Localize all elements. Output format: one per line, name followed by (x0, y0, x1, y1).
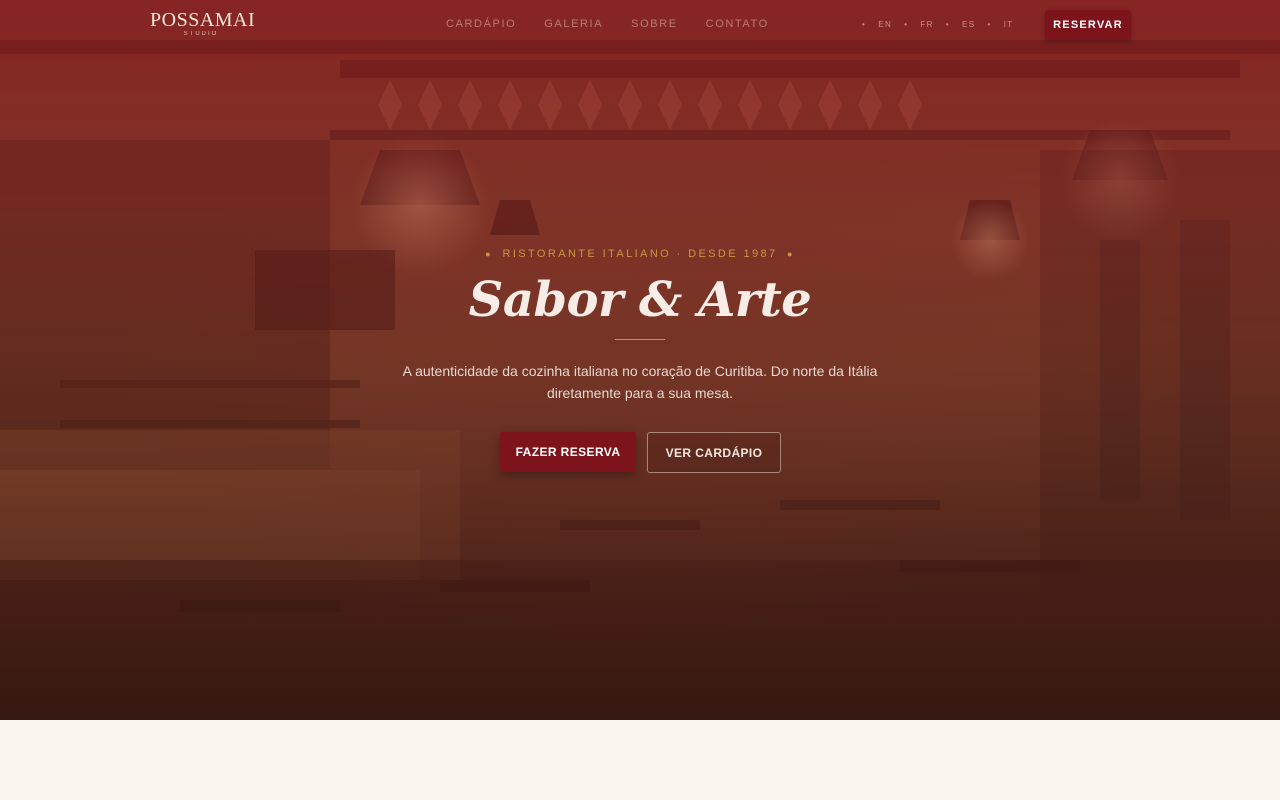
menu-item-galeria[interactable]: GALERIA (544, 18, 603, 30)
make-reservation-button[interactable]: FAZER RESERVA (500, 432, 636, 472)
content-section (0, 720, 1280, 800)
language-option-en[interactable]: • EN (862, 20, 892, 29)
hero-section: POSSAMAI STUDIO CARDÁPIO GALERIA SOBRE C… (0, 0, 1280, 720)
brand-tagline: STUDIO (183, 31, 219, 37)
bullet-icon: ● (485, 249, 493, 259)
language-option-es[interactable]: • ES (946, 20, 976, 29)
menu-item-contato[interactable]: CONTATO (706, 18, 769, 30)
top-navigation: POSSAMAI STUDIO CARDÁPIO GALERIA SOBRE C… (0, 0, 1280, 50)
bullet-icon: • (987, 20, 992, 29)
reserve-button[interactable]: RESERVAR (1045, 10, 1131, 40)
language-option-fr[interactable]: • FR (904, 20, 934, 29)
main-menu: CARDÁPIO GALERIA SOBRE CONTATO (446, 18, 769, 30)
hero-eyebrow: ● RISTORANTE ITALIANO · DESDE 1987 ● (0, 248, 1280, 260)
hero-description: A autenticidade da cozinha italiana no c… (402, 363, 878, 401)
hero-title: Sabor & Arte (468, 272, 812, 328)
menu-item-cardapio[interactable]: CARDÁPIO (446, 18, 516, 30)
bullet-icon: • (904, 20, 909, 29)
language-option-it[interactable]: • IT (987, 20, 1013, 29)
bullet-icon: • (945, 20, 950, 29)
menu-item-sobre[interactable]: SOBRE (631, 18, 678, 30)
hero-divider (615, 339, 665, 340)
language-switcher: • EN • FR • ES • IT (862, 20, 1014, 29)
hero-cta-group: FAZER RESERVA VER CARDÁPIO (500, 432, 781, 473)
language-code: FR (920, 20, 934, 29)
language-code: ES (962, 20, 976, 29)
language-code: EN (878, 20, 893, 29)
brand-name: POSSAMAI (150, 9, 256, 31)
bullet-icon: ● (787, 249, 795, 259)
hero-eyebrow-text: RISTORANTE ITALIANO · DESDE 1987 (502, 248, 778, 260)
brand-logo[interactable]: POSSAMAI STUDIO (150, 9, 256, 38)
view-menu-button[interactable]: VER CARDÁPIO (647, 432, 781, 473)
language-code: IT (1003, 20, 1014, 29)
bullet-icon: • (862, 20, 867, 29)
